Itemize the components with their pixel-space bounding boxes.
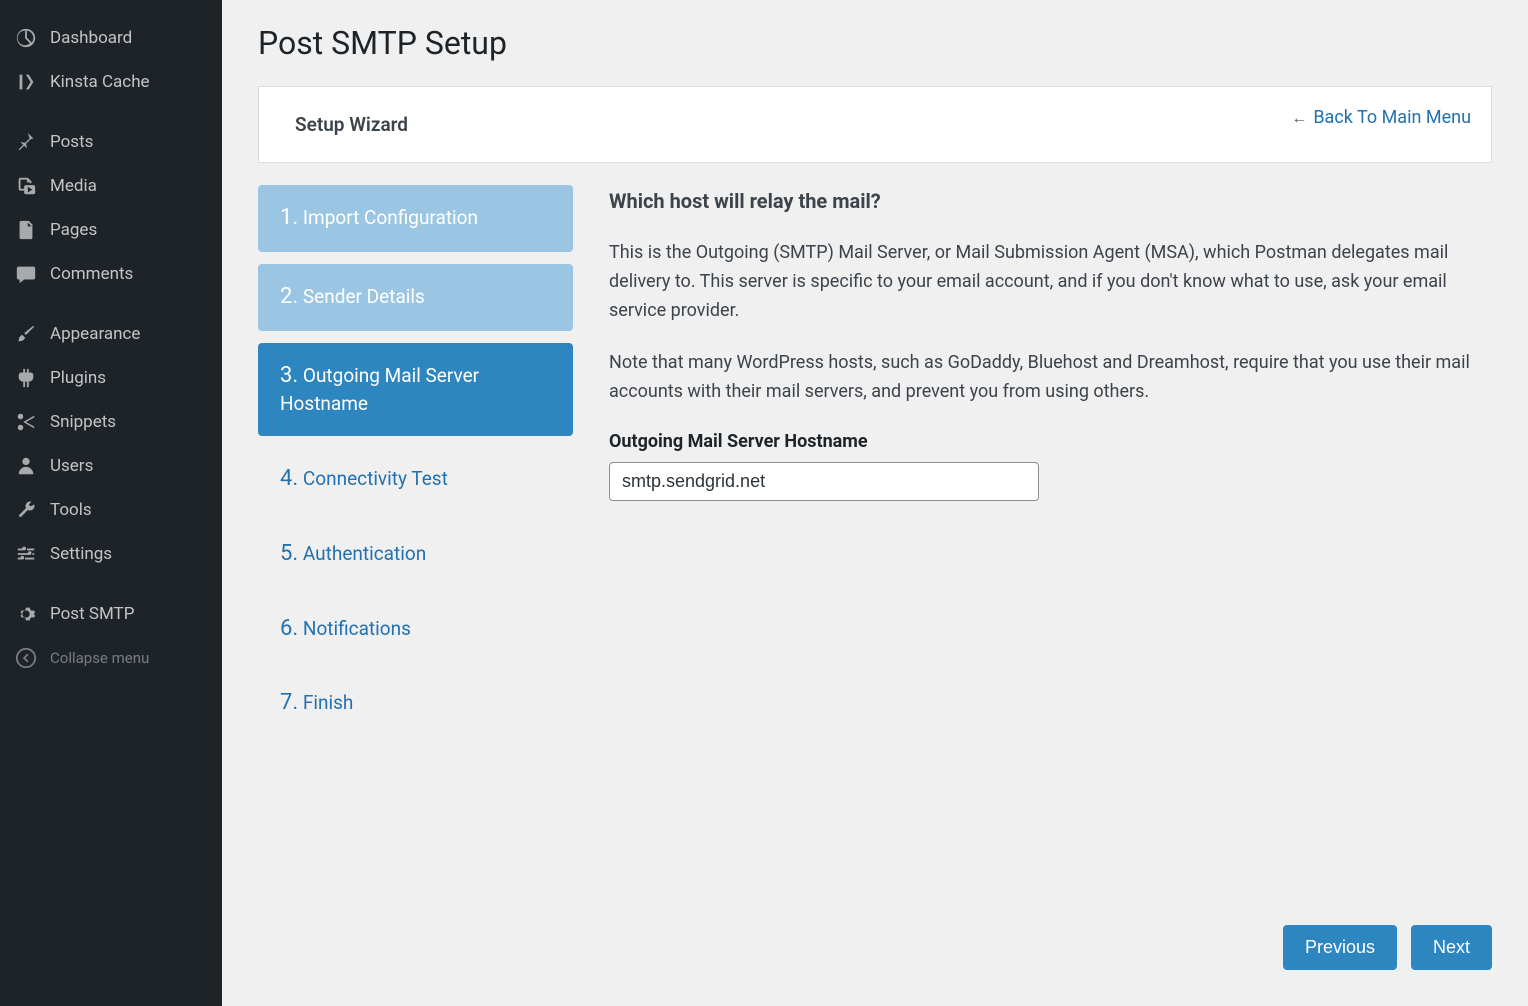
sidebar-item-label: Users — [50, 456, 93, 476]
collapse-menu-label: Collapse menu — [50, 649, 149, 667]
sidebar-item-label: Snippets — [50, 412, 116, 432]
sidebar-separator — [0, 104, 222, 120]
collapse-icon — [14, 646, 38, 670]
wizard-step-label: Authentication — [303, 542, 426, 565]
sidebar-item-snippets[interactable]: Snippets — [0, 400, 222, 444]
wizard-step-number: 5. — [280, 541, 298, 566]
scissors-icon — [14, 410, 38, 434]
sidebar-item-post-smtp[interactable]: Post SMTP — [0, 592, 222, 636]
kinsta-icon — [14, 70, 38, 94]
wizard-step-import-configuration[interactable]: 1. Import Configuration — [258, 185, 573, 252]
wizard-step-number: 3. — [280, 363, 298, 388]
hostname-field-label: Outgoing Mail Server Hostname — [609, 431, 1472, 452]
wizard-step-number: 4. — [280, 466, 298, 491]
sidebar-item-label: Tools — [50, 500, 92, 520]
sidebar-item-label: Post SMTP — [50, 604, 134, 624]
sidebar-item-appearance[interactable]: Appearance — [0, 312, 222, 356]
plug-icon — [14, 366, 38, 390]
wizard-step-outgoing-hostname[interactable]: 3. Outgoing Mail Server Hostname — [258, 343, 573, 436]
wizard-step-number: 2. — [280, 284, 298, 309]
content-area: Post SMTP Setup ← Back To Main Menu Setu… — [222, 0, 1528, 1006]
next-button[interactable]: Next — [1411, 925, 1492, 970]
sidebar-item-settings[interactable]: Settings — [0, 532, 222, 576]
wizard-step-label: Notifications — [303, 617, 411, 640]
back-link-label: Back To Main Menu — [1313, 107, 1471, 128]
sidebar-item-label: Media — [50, 176, 97, 196]
panel-title: Setup Wizard — [295, 113, 1455, 136]
step-heading: Which host will relay the mail? — [609, 189, 1472, 213]
pin-icon — [14, 130, 38, 154]
wizard-step-label: Sender Details — [303, 285, 425, 308]
step-body: This is the Outgoing (SMTP) Mail Server,… — [609, 239, 1472, 407]
wizard-container: 1. Import Configuration 2. Sender Detail… — [258, 185, 1492, 747]
wizard-steps-list: 1. Import Configuration 2. Sender Detail… — [258, 185, 573, 747]
sidebar-item-label: Kinsta Cache — [50, 72, 150, 92]
previous-button[interactable]: Previous — [1283, 925, 1397, 970]
sidebar-item-comments[interactable]: Comments — [0, 252, 222, 296]
wizard-step-finish[interactable]: 7. Finish — [258, 672, 573, 735]
wizard-step-number: 1. — [280, 205, 298, 230]
hostname-input[interactable] — [609, 462, 1039, 501]
sidebar-item-label: Dashboard — [50, 28, 132, 48]
wizard-step-authentication[interactable]: 5. Authentication — [258, 523, 573, 586]
wizard-button-row: Previous Next — [1283, 925, 1492, 970]
wizard-step-sender-details[interactable]: 2. Sender Details — [258, 264, 573, 331]
media-icon — [14, 174, 38, 198]
sidebar-item-label: Plugins — [50, 368, 106, 388]
admin-sidebar: Dashboard Kinsta Cache Posts Media Pages… — [0, 0, 222, 1006]
wizard-step-number: 6. — [280, 616, 298, 641]
step-paragraph: Note that many WordPress hosts, such as … — [609, 349, 1472, 407]
sidebar-item-label: Pages — [50, 220, 97, 240]
sidebar-separator — [0, 296, 222, 312]
collapse-menu-button[interactable]: Collapse menu — [0, 636, 222, 680]
wizard-step-number: 7. — [280, 690, 298, 715]
sidebar-item-label: Posts — [50, 132, 93, 152]
wizard-step-label: Finish — [303, 691, 354, 714]
brush-icon — [14, 322, 38, 346]
sidebar-item-pages[interactable]: Pages — [0, 208, 222, 252]
page-title: Post SMTP Setup — [258, 24, 1492, 62]
sidebar-item-plugins[interactable]: Plugins — [0, 356, 222, 400]
sidebar-item-users[interactable]: Users — [0, 444, 222, 488]
wizard-step-label: Import Configuration — [303, 206, 478, 229]
sliders-icon — [14, 542, 38, 566]
sidebar-item-media[interactable]: Media — [0, 164, 222, 208]
page-icon — [14, 218, 38, 242]
setup-wizard-panel: ← Back To Main Menu Setup Wizard — [258, 86, 1492, 163]
wizard-step-label: Outgoing Mail Server Hostname — [280, 364, 479, 416]
wrench-icon — [14, 498, 38, 522]
wizard-step-connectivity-test[interactable]: 4. Connectivity Test — [258, 448, 573, 511]
sidebar-item-label: Appearance — [50, 324, 140, 344]
sidebar-separator — [0, 576, 222, 592]
gear-icon — [14, 602, 38, 626]
sidebar-item-kinsta-cache[interactable]: Kinsta Cache — [0, 60, 222, 104]
comment-icon — [14, 262, 38, 286]
step-paragraph: This is the Outgoing (SMTP) Mail Server,… — [609, 239, 1472, 325]
user-icon — [14, 454, 38, 478]
wizard-step-notifications[interactable]: 6. Notifications — [258, 598, 573, 661]
wizard-step-label: Connectivity Test — [303, 467, 448, 490]
sidebar-item-posts[interactable]: Posts — [0, 120, 222, 164]
arrow-left-icon: ← — [1291, 108, 1307, 128]
sidebar-item-label: Settings — [50, 544, 112, 564]
sidebar-item-label: Comments — [50, 264, 133, 284]
wizard-step-content: Which host will relay the mail? This is … — [605, 185, 1492, 747]
sidebar-item-tools[interactable]: Tools — [0, 488, 222, 532]
dashboard-icon — [14, 26, 38, 50]
back-to-main-menu-link[interactable]: ← Back To Main Menu — [1291, 107, 1471, 128]
sidebar-item-dashboard[interactable]: Dashboard — [0, 16, 222, 60]
